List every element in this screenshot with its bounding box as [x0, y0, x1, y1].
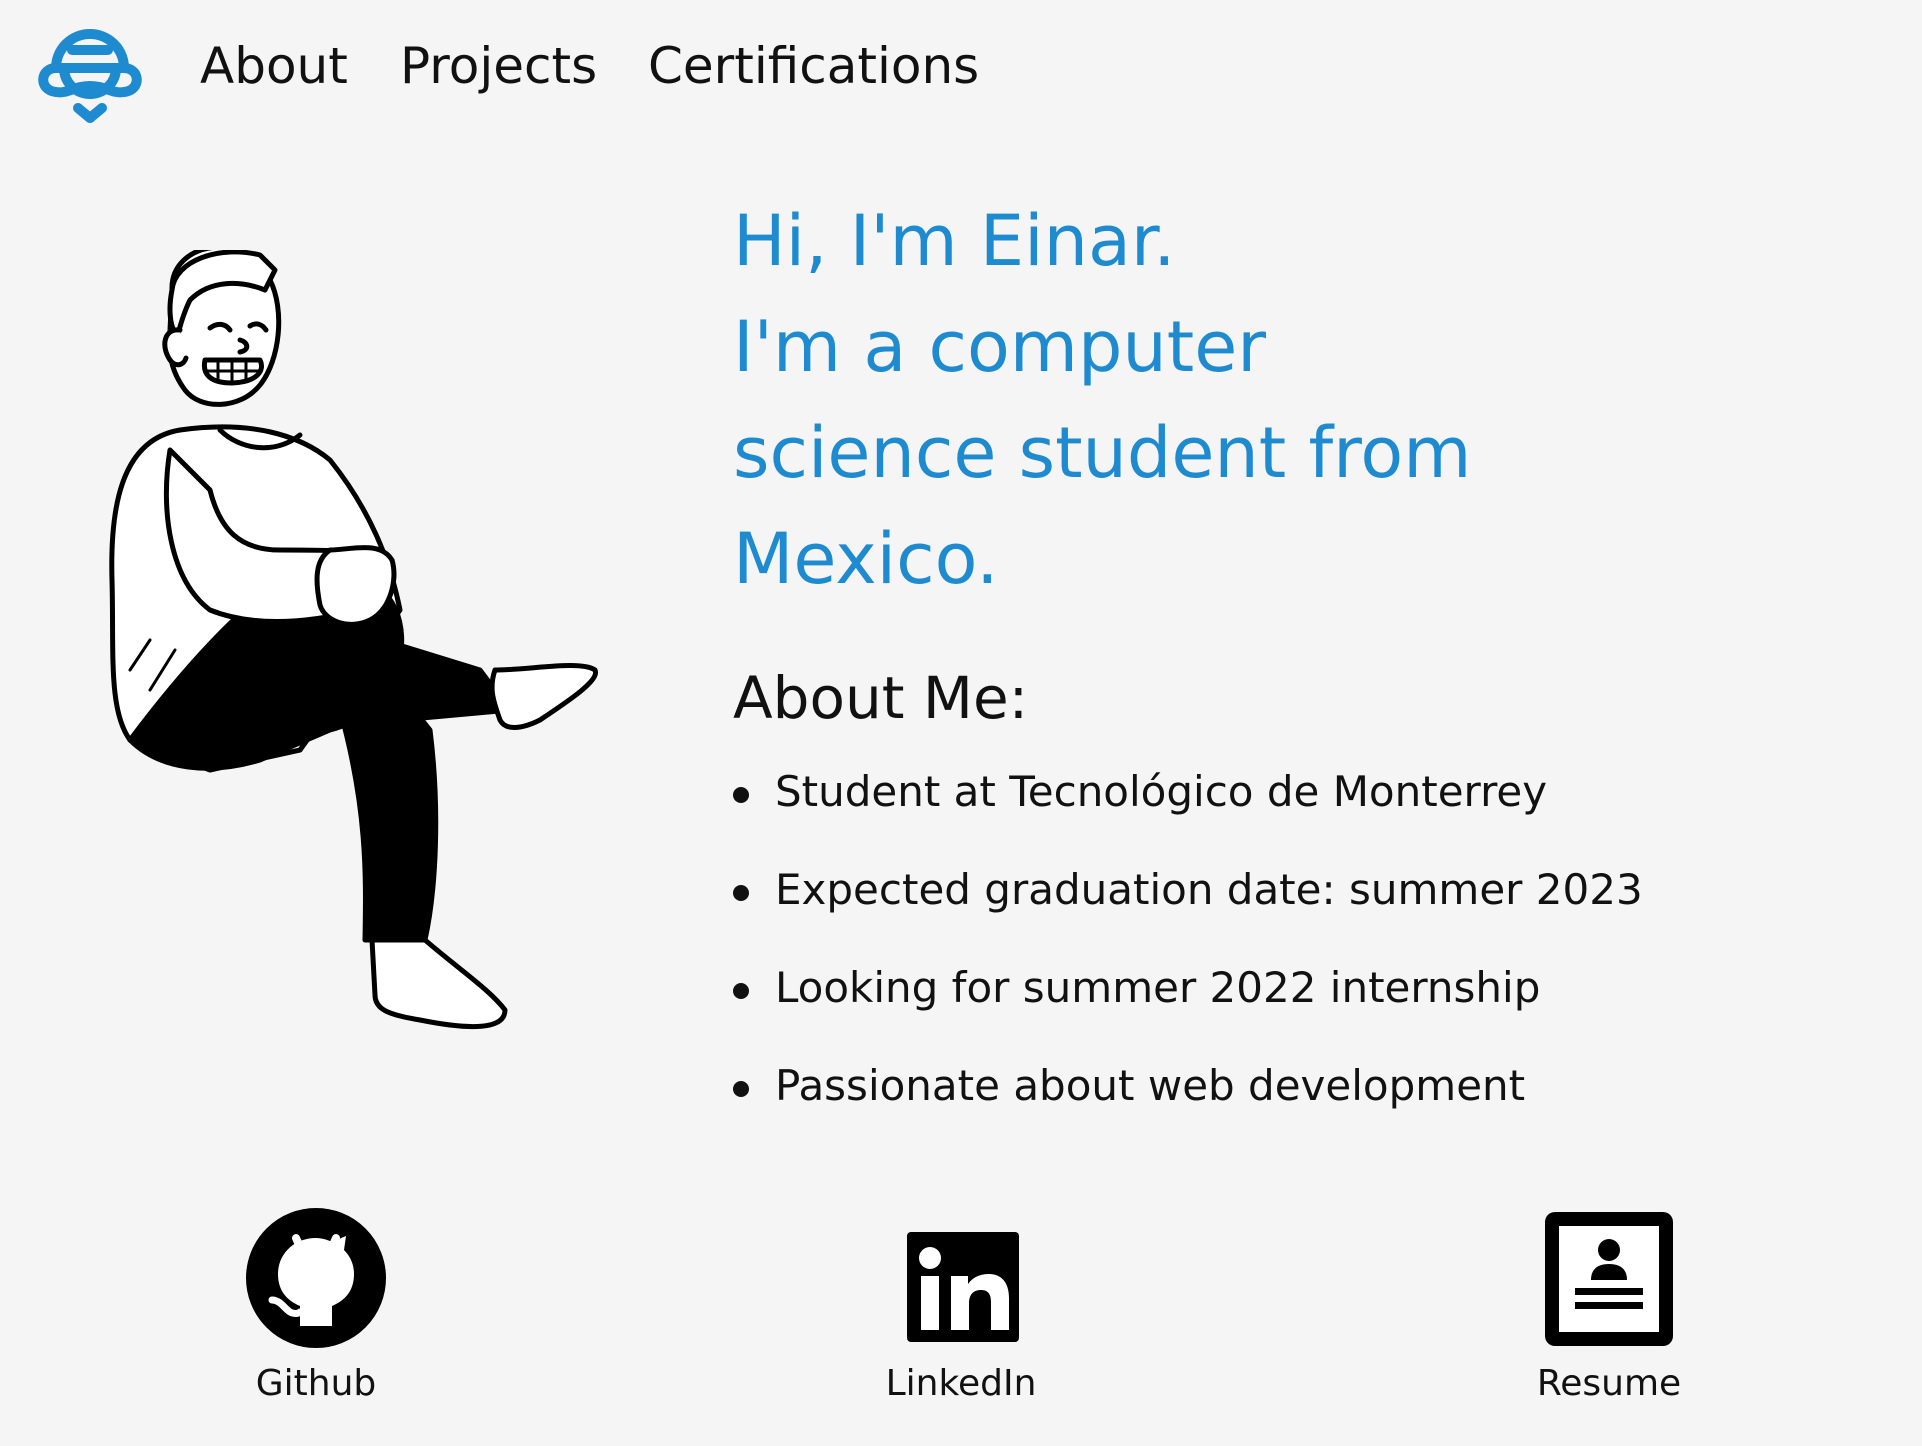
hero-line-greeting: Hi, I'm Einar.: [733, 200, 1176, 282]
github-link[interactable]: Github: [196, 1208, 436, 1408]
github-label: Github: [255, 1363, 377, 1404]
top-navigation: About Projects Certifications: [0, 0, 1922, 140]
about-item-graduation: Expected graduation date: summer 2023: [733, 858, 1883, 956]
about-item-internship: Looking for summer 2022 internship: [733, 956, 1883, 1054]
about-me-list: Student at Tecnológico de Monterrey Expe…: [733, 760, 1883, 1152]
resume-link[interactable]: Resume: [1489, 1208, 1729, 1408]
nav-link-about[interactable]: About: [200, 34, 348, 98]
about-item-school: Student at Tecnológico de Monterrey: [733, 760, 1883, 858]
nav-link-projects[interactable]: Projects: [400, 34, 597, 98]
hero-line-country: Mexico.: [733, 518, 999, 600]
hero-line-field: science student from: [733, 412, 1472, 494]
github-icon: [246, 1208, 386, 1348]
about-me-heading: About Me:: [733, 664, 1029, 732]
linkedin-label: LinkedIn: [885, 1363, 1037, 1404]
resume-label: Resume: [1536, 1363, 1682, 1404]
about-item-passion: Passionate about web development: [733, 1054, 1883, 1152]
sitting-person-illustration: [100, 244, 620, 1070]
linkedin-link[interactable]: LinkedIn: [841, 1208, 1081, 1408]
resume-icon: [1545, 1212, 1673, 1346]
nav-link-certifications[interactable]: Certifications: [648, 34, 979, 98]
hero-line-role: I'm a computer: [733, 306, 1267, 388]
linkedin-icon: [907, 1232, 1019, 1342]
robot-logo-icon[interactable]: [34, 12, 146, 124]
hero-heading: Hi, I'm Einar. I'm a computer science st…: [733, 188, 1833, 612]
